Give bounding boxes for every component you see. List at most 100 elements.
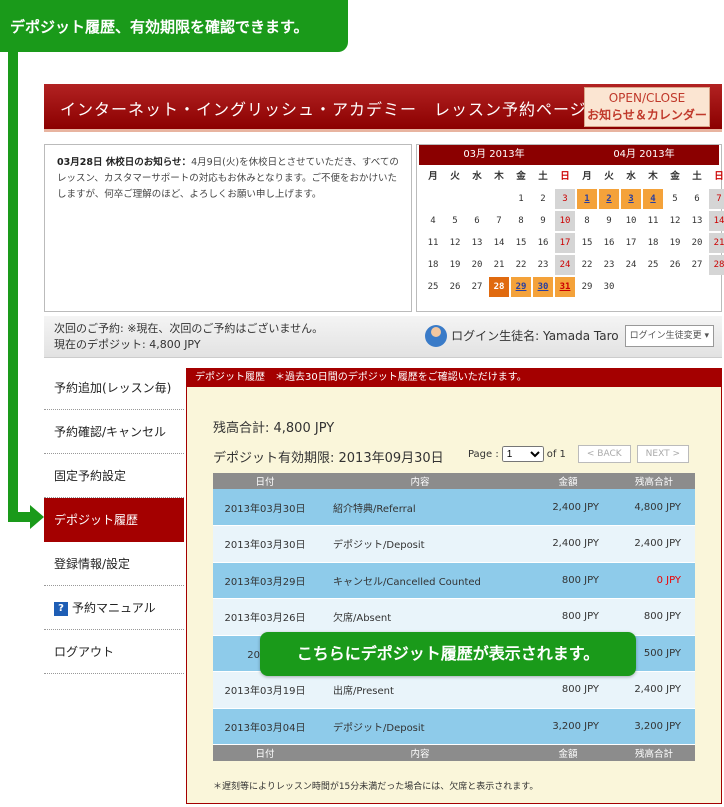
- table-row: 2013年03月19日 出席/Present 800 JPY 2,400 JPY: [213, 671, 695, 709]
- amount-cell: 3,200 JPY: [523, 708, 613, 745]
- next-button[interactable]: NEXT >: [636, 445, 689, 463]
- sidebar-item-confirm-cancel[interactable]: 予約確認/キャンセル: [44, 410, 184, 454]
- notice-calendar-label: お知らせ＆カレンダー: [587, 108, 707, 122]
- sidebar-item-label: デポジット履歴: [54, 513, 139, 527]
- date-cell: 2013年03月29日: [213, 562, 317, 599]
- pagination: Page : 1 of 1 < BACK NEXT >: [468, 445, 689, 463]
- calendar: 03月 2013年 04月 2013年 月火水木金土日 1 2 3 4 5 6 7 8 9 10 11…: [416, 144, 724, 312]
- page-label: Page :: [467, 448, 499, 460]
- weekday-label: 金: [516, 171, 526, 182]
- column-header: 日付: [213, 473, 317, 489]
- student-switch-select[interactable]: ログイン生徒変更 ▾: [624, 325, 714, 347]
- calendar-day: 22: [515, 260, 527, 270]
- deposit-expiry: デポジット有効期限: 2013年09月30日: [213, 451, 444, 466]
- weekday-label: 金: [670, 171, 680, 182]
- panel-heading: デポジット履歴 ＊過去30日間のデポジット履歴をご確認いただけます。: [187, 369, 721, 387]
- weekday-label: 水: [472, 171, 482, 182]
- calendar-march: 月火水木金土日 1 2 3 4 5 6 7 8 9 10 11 12 13 14 15 16 17 18 19 20 21…: [423, 167, 575, 297]
- calendar-day: 5: [452, 216, 458, 226]
- calendar-day: 27: [691, 260, 703, 270]
- sidebar-item-logout[interactable]: ログアウト: [44, 630, 184, 674]
- sidebar-item-registration-settings[interactable]: 登録情報/設定: [44, 542, 184, 586]
- description-cell: 紹介特典/Referral: [317, 489, 523, 526]
- calendar-day[interactable]: 3: [621, 189, 641, 209]
- description-cell: 欠席/Absent: [317, 598, 523, 636]
- column-footer: 金額: [523, 744, 613, 761]
- calendar-day: 22: [581, 260, 593, 270]
- notice-title: 03月28日 休校日のお知らせ：: [57, 157, 192, 168]
- calendar-day: 25: [647, 260, 659, 270]
- calendar-day: 24: [555, 255, 575, 275]
- weekday-label: 木: [494, 171, 504, 182]
- back-button[interactable]: < BACK: [577, 445, 631, 463]
- calendar-day: 19: [449, 260, 461, 270]
- calendar-day: 16: [537, 238, 549, 248]
- calendar-day: 18: [427, 260, 439, 270]
- table-row: 2013年03月30日 デポジット/Deposit 2,400 JPY 2,400 J…: [213, 525, 695, 563]
- calendar-day: 17: [555, 233, 575, 253]
- description-cell: デポジット/Deposit: [317, 525, 523, 563]
- calendar-day[interactable]: 4: [643, 189, 663, 209]
- balance-cell: 800 JPY: [613, 598, 695, 636]
- calendar-day: 14: [709, 211, 724, 231]
- sidebar-item-manual[interactable]: ? 予約マニュアル: [44, 586, 184, 630]
- weekday-label: 日: [560, 171, 570, 182]
- calendar-day: 19: [669, 238, 681, 248]
- sidebar-nav: 予約追加(レッスン毎) 予約確認/キャンセル 固定予約設定 デポジット履歴 登録…: [44, 366, 184, 674]
- sidebar-item-deposit-history[interactable]: デポジット履歴: [44, 498, 184, 542]
- calendar-day[interactable]: 1: [577, 189, 597, 209]
- calendar-day[interactable]: 28: [489, 277, 509, 297]
- amount-cell: 2,400 JPY: [523, 489, 613, 526]
- calendar-day: 17: [625, 238, 637, 248]
- sidebar-item-label: 固定予約設定: [54, 469, 127, 483]
- calendar-day: 14: [493, 238, 505, 248]
- weekday-label: 土: [538, 171, 548, 182]
- calendar-day: 7: [496, 216, 502, 226]
- calendar-blank: [445, 189, 465, 209]
- date-cell: 2013年03月19日: [213, 671, 317, 709]
- open-close-label: OPEN/CLOSE: [608, 91, 686, 105]
- calendar-april: 月火水木金土日 1 2 3 4 5 6 7 8 9 10 11 12 13 14 15 16 17 18 19 20 21…: [577, 167, 724, 297]
- amount-cell: 800 JPY: [523, 671, 613, 709]
- sidebar-item-add-reservation[interactable]: 予約追加(レッスン毎): [44, 366, 184, 410]
- deposit-history-panel: デポジット履歴 ＊過去30日間のデポジット履歴をご確認いただけます。 残高合計:…: [186, 368, 722, 804]
- date-cell: 2013年03月30日: [213, 525, 317, 563]
- guide-arrow-icon: [30, 505, 44, 529]
- column-footer: 日付: [213, 744, 317, 761]
- weekday-label: 火: [604, 171, 614, 182]
- calendar-day: 28: [709, 255, 724, 275]
- table-callout: こちらにデポジット履歴が表示されます。: [260, 632, 636, 676]
- april-title: 04月 2013年: [613, 149, 675, 160]
- table-row: 2013年03月30日 紹介特典/Referral 2,400 JPY 4,800 J…: [213, 489, 695, 526]
- balance-cell: 4,800 JPY: [613, 489, 695, 526]
- calendar-blank: [489, 189, 509, 209]
- calendar-day: 8: [518, 216, 524, 226]
- status-bar: 次回のご予約: ※現在、次回のご予約はございません。 現在のデポジット: 4,8…: [44, 316, 722, 358]
- calendar-day[interactable]: 29: [511, 277, 531, 297]
- calendar-day: 21: [709, 233, 724, 253]
- calendar-blank: [423, 189, 443, 209]
- calendar-day[interactable]: 30: [533, 277, 553, 297]
- calendar-day: 29: [581, 282, 593, 292]
- calendar-day: 30: [603, 282, 615, 292]
- calendar-day: 24: [625, 260, 637, 270]
- amount-cell: 2,400 JPY: [523, 525, 613, 563]
- balance-cell: 2,400 JPY: [613, 671, 695, 709]
- sidebar-item-label: 予約マニュアル: [72, 601, 156, 615]
- calendar-day[interactable]: 2: [599, 189, 619, 209]
- calendar-day: 16: [603, 238, 615, 248]
- calendar-day: 15: [581, 238, 593, 248]
- sidebar-item-label: 予約追加(レッスン毎): [54, 381, 172, 395]
- sidebar-item-fixed-reservation[interactable]: 固定予約設定: [44, 454, 184, 498]
- calendar-day: 5: [672, 194, 678, 204]
- help-icon: ?: [54, 601, 68, 616]
- open-close-button[interactable]: OPEN/CLOSE お知らせ＆カレンダー: [584, 87, 710, 127]
- table-header-row: 日付 内容 金額 残高合計: [213, 473, 695, 489]
- page-select[interactable]: 1: [501, 446, 544, 462]
- calendar-day[interactable]: 31: [555, 277, 575, 297]
- calendar-day: 13: [691, 216, 703, 226]
- weekday-label: 日: [714, 171, 724, 182]
- column-header: 金額: [523, 473, 613, 489]
- column-footer: 残高合計: [613, 744, 695, 761]
- calendar-day: 11: [647, 216, 659, 226]
